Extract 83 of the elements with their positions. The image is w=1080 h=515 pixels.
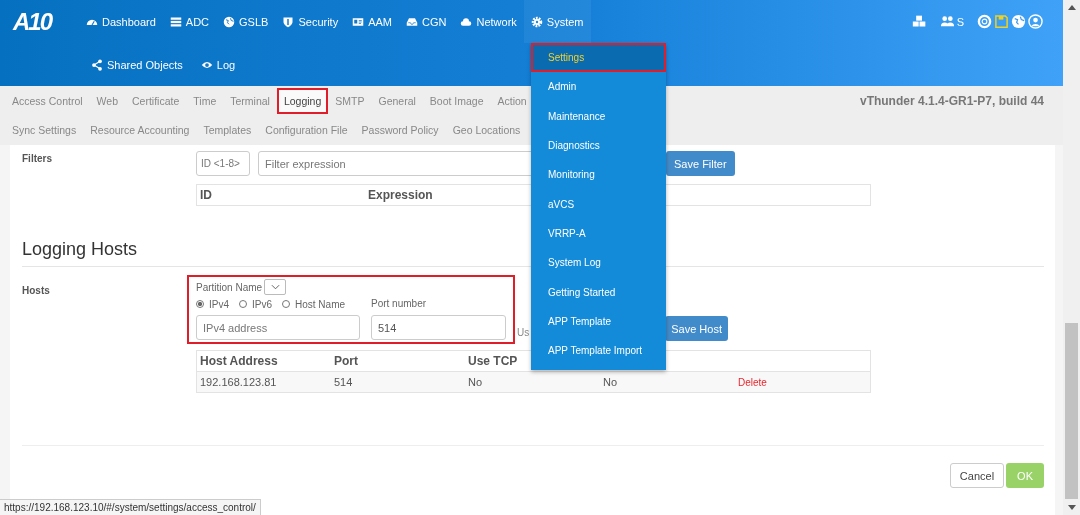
menu-item[interactable]: Admin (531, 72, 666, 102)
shield-icon (282, 15, 295, 28)
settings-icon (530, 15, 543, 28)
save-icon[interactable] (994, 14, 1009, 29)
partition-select[interactable] (264, 279, 287, 295)
nav-item[interactable]: Shared Objects (84, 43, 190, 86)
table-cell-text: 192.168.123.81 (199, 376, 278, 388)
address-type-radio[interactable]: IPv6 (239, 298, 273, 310)
id-card-icon (352, 15, 365, 28)
partition-label: Partition Name (196, 281, 263, 293)
address-type-radio[interactable]: IPv4 (196, 298, 229, 310)
cloud-icon (460, 15, 473, 28)
id-field[interactable]: ID <1-8> (196, 151, 250, 176)
user-icon[interactable] (1028, 14, 1043, 29)
port-label: Port number (371, 298, 428, 311)
cubes-icon[interactable] (911, 14, 927, 29)
menu-item[interactable]: aVCS (531, 189, 666, 219)
column-header: ID (199, 188, 213, 202)
section-label: Hosts (22, 284, 51, 298)
settings-tab[interactable]: Boot Image (422, 87, 491, 114)
nav-item[interactable]: Security (275, 0, 346, 43)
settings-tab[interactable]: Resource Accounting (83, 116, 197, 143)
settings-tab[interactable]: Web (89, 87, 125, 114)
section-label: Filters (22, 152, 53, 166)
settings-tab[interactable]: Sync Settings (5, 116, 84, 143)
menu-item[interactable]: Maintenance (531, 101, 666, 131)
address-field[interactable]: IPv4 address (196, 315, 360, 340)
scrollbar[interactable] (1063, 0, 1080, 515)
scroll-up-icon[interactable] (1067, 4, 1076, 10)
globe-icon[interactable] (1011, 14, 1026, 29)
nav-item[interactable]: Dashboard (79, 0, 163, 43)
users-icon[interactable] (939, 14, 955, 29)
nav-item[interactable]: Log (193, 43, 243, 86)
menu-item[interactable]: VRRP-A (531, 218, 666, 249)
settings-tab[interactable]: General (371, 87, 423, 114)
settings-tab[interactable]: Time (186, 87, 224, 114)
nav-item[interactable]: GSLB (216, 0, 276, 43)
scrollbar-thumb[interactable] (1065, 323, 1078, 499)
share-icon (91, 58, 103, 71)
table-cell-text: 514 (333, 376, 354, 388)
column-header: Use TCP (467, 354, 519, 368)
column-header: Port (333, 354, 359, 368)
cancel-button[interactable]: Cancel (949, 463, 1005, 488)
menu-item[interactable]: Settings (531, 43, 666, 73)
address-type-radio[interactable]: Host Name (282, 298, 346, 310)
menu-item[interactable]: System Log (531, 248, 666, 278)
menu-item[interactable]: APP Template Import (531, 335, 666, 366)
status-url: https://192.168.123.10/#/system/settings/access_control/ (0, 499, 261, 515)
table-cell-text: No (602, 376, 619, 388)
nav-item[interactable]: System (523, 0, 591, 43)
server-icon (169, 15, 182, 28)
nav-item[interactable]: CGN (399, 0, 454, 43)
settings-tab[interactable]: SMTP (328, 87, 372, 114)
column-header: Host Address (199, 354, 279, 368)
chevron-icon (270, 284, 280, 290)
lifebuoy-icon[interactable] (977, 14, 992, 29)
settings-tab[interactable]: Geo Locations (445, 116, 528, 143)
nav-item[interactable]: Network (453, 0, 524, 43)
table-cell-text: No (467, 376, 484, 388)
settings-tab[interactable]: Password Policy (354, 116, 446, 143)
scroll-down-icon[interactable] (1067, 505, 1076, 511)
inbox-icon (406, 15, 418, 28)
settings-tab[interactable]: Access Control (5, 87, 90, 114)
logo[interactable]: A10 (0, 7, 79, 36)
settings-tab[interactable]: Templates (196, 116, 259, 143)
save-host-button[interactable]: Save Host (665, 316, 728, 341)
settings-tab[interactable]: Logging (276, 87, 329, 114)
settings-tab[interactable]: Action (490, 87, 534, 114)
version-text: vThunder 4.1.4-GR1-P7, build 44 (859, 93, 1045, 110)
nav-item[interactable]: ADC (162, 0, 217, 43)
delete-link[interactable]: Delete (738, 376, 870, 388)
settings-tab[interactable]: Configuration File (258, 116, 355, 143)
globe-icon (223, 15, 236, 28)
settings-tab[interactable]: Terminal (223, 87, 277, 114)
port-field[interactable]: 514 (371, 315, 506, 340)
settings-tab[interactable]: Certificate (125, 87, 187, 114)
menu-item[interactable]: Getting Started (531, 277, 666, 307)
menu-item[interactable]: APP Template (531, 306, 666, 336)
nav-item[interactable]: AAM (345, 0, 399, 43)
tcp-label: Us (517, 327, 530, 338)
user-initial: S (956, 15, 964, 28)
save-filter-button[interactable]: Save Filter (666, 151, 735, 176)
column-header: Expression (367, 188, 434, 202)
